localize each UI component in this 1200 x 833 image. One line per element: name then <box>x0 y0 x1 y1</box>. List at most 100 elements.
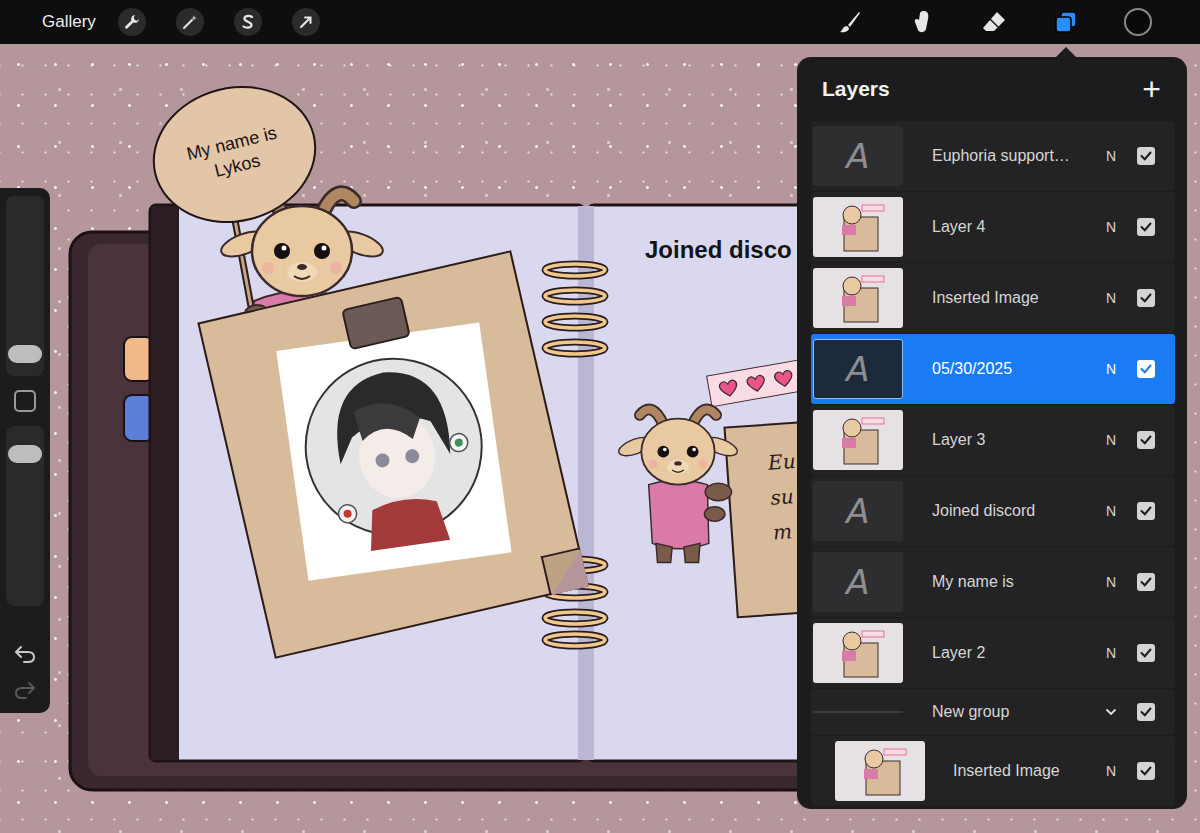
layer-row[interactable]: A 05/30/2025N <box>811 334 1175 404</box>
slider-handle[interactable] <box>8 445 42 463</box>
blend-mode[interactable]: N <box>1099 148 1123 164</box>
layer-row[interactable]: AMy name isN <box>811 547 1175 617</box>
heart-icon <box>744 371 769 395</box>
selection-button[interactable] <box>234 8 262 36</box>
transform-button[interactable] <box>292 8 320 36</box>
visibility-checkbox[interactable] <box>1137 218 1155 236</box>
layer-name: Layer 2 <box>932 644 1099 662</box>
page-heading: Joined disco <box>645 236 792 264</box>
layer-thumbnail <box>813 268 903 328</box>
layer-thumbnail <box>813 197 903 257</box>
blend-mode[interactable]: N <box>1099 219 1123 235</box>
layers-panel: Layers+AEuphoria support…NLayer 4NInsert… <box>797 57 1187 809</box>
check-icon <box>1139 433 1153 447</box>
tool-button[interactable] <box>1052 8 1080 36</box>
image-thumbnail-icon <box>828 412 888 468</box>
check-icon <box>1139 646 1153 660</box>
layer-row[interactable]: Layer 4N <box>811 192 1175 262</box>
actions-button[interactable] <box>118 8 146 36</box>
modify-button[interactable] <box>14 390 36 412</box>
visibility-checkbox[interactable] <box>1137 762 1155 780</box>
blend-mode[interactable]: N <box>1099 574 1123 590</box>
blend-mode[interactable]: N <box>1099 432 1123 448</box>
layer-row[interactable]: AJoined discordN <box>811 476 1175 546</box>
layer-row[interactable]: New group <box>811 689 1175 735</box>
check-icon <box>1139 220 1153 234</box>
check-icon <box>1139 362 1153 376</box>
arrow-icon <box>298 14 314 30</box>
wrench-icon <box>124 14 140 30</box>
portrait-picture <box>285 335 502 569</box>
blend-mode[interactable]: N <box>1099 290 1123 306</box>
left-sidebar <box>0 188 50 713</box>
smudge-icon <box>909 9 935 35</box>
layer-row[interactable]: AEuphoria support…N <box>811 121 1175 191</box>
color-swatch[interactable] <box>1124 8 1152 36</box>
goat-drawing <box>612 386 744 576</box>
selection-icon <box>240 14 256 30</box>
add-layer-button[interactable]: + <box>1142 73 1161 105</box>
slider-track[interactable] <box>6 196 44 376</box>
portrait-image <box>276 323 511 581</box>
top-toolbar: Gallery <box>0 0 1200 44</box>
redo-icon[interactable] <box>13 679 37 701</box>
tool-button[interactable] <box>980 8 1008 36</box>
visibility-checkbox[interactable] <box>1137 644 1155 662</box>
layers-icon <box>1053 9 1079 35</box>
heart-icon <box>716 376 741 400</box>
layer-name: My name is <box>932 573 1099 591</box>
blend-mode[interactable]: N <box>1099 645 1123 661</box>
visibility-checkbox[interactable] <box>1137 147 1155 165</box>
panel-pointer <box>1056 47 1076 57</box>
eraser-icon <box>981 9 1007 35</box>
layer-thumbnail: A <box>813 126 903 186</box>
sign-text: My name is Lykos <box>176 119 294 189</box>
page-binding <box>151 206 179 760</box>
check-icon <box>1139 575 1153 589</box>
toolbar-left: Gallery <box>42 8 320 36</box>
procreate-app: GalleryMy name is LykosJoined discoEusum… <box>0 0 1200 833</box>
layer-name: Layer 3 <box>932 431 1099 449</box>
blend-mode[interactable]: N <box>1099 503 1123 519</box>
layer-row[interactable]: Layer 3N <box>811 405 1175 475</box>
canvas[interactable]: My name is LykosJoined discoEusumLayers+… <box>0 44 1200 833</box>
panel-header: Layers + <box>797 57 1187 121</box>
text-layer-glyph: A <box>846 491 869 531</box>
text-layer-glyph: A <box>846 349 869 389</box>
visibility-checkbox[interactable] <box>1137 573 1155 591</box>
slider-track[interactable] <box>6 426 44 606</box>
visibility-checkbox[interactable] <box>1137 431 1155 449</box>
visibility-checkbox[interactable] <box>1137 703 1155 721</box>
layer-name: 05/30/2025 <box>932 360 1099 378</box>
layer-name: Inserted Image <box>932 289 1099 307</box>
layer-list: AEuphoria support…NLayer 4NInserted Imag… <box>797 121 1187 806</box>
magic-wand-icon <box>182 14 198 30</box>
gallery-button[interactable]: Gallery <box>42 12 96 32</box>
slider-handle[interactable] <box>8 345 42 363</box>
adjustments-button[interactable] <box>176 8 204 36</box>
text-layer-glyph: A <box>846 136 869 176</box>
blend-mode[interactable]: N <box>1099 763 1123 779</box>
visibility-checkbox[interactable] <box>1137 289 1155 307</box>
image-thumbnail-icon <box>850 743 910 799</box>
undo-icon[interactable] <box>13 643 37 665</box>
layer-row[interactable]: Inserted ImageN <box>811 736 1175 806</box>
tool-button[interactable] <box>836 8 864 36</box>
layer-thumbnail <box>835 741 925 801</box>
visibility-checkbox[interactable] <box>1137 502 1155 520</box>
image-thumbnail-icon <box>828 270 888 326</box>
check-icon <box>1139 504 1153 518</box>
toolbar-right <box>836 8 1152 36</box>
panel-title: Layers <box>822 77 890 101</box>
check-icon <box>1139 705 1153 719</box>
blend-mode[interactable]: N <box>1099 361 1123 377</box>
tool-button[interactable] <box>908 8 936 36</box>
check-icon <box>1139 291 1153 305</box>
layer-row[interactable]: Layer 2N <box>811 618 1175 688</box>
layer-row[interactable]: Inserted ImageN <box>811 263 1175 333</box>
visibility-checkbox[interactable] <box>1137 360 1155 378</box>
layer-name: Inserted Image <box>953 762 1099 780</box>
image-thumbnail-icon <box>828 199 888 255</box>
layer-thumbnail: A <box>813 339 903 399</box>
chevron-icon[interactable] <box>1099 705 1123 719</box>
